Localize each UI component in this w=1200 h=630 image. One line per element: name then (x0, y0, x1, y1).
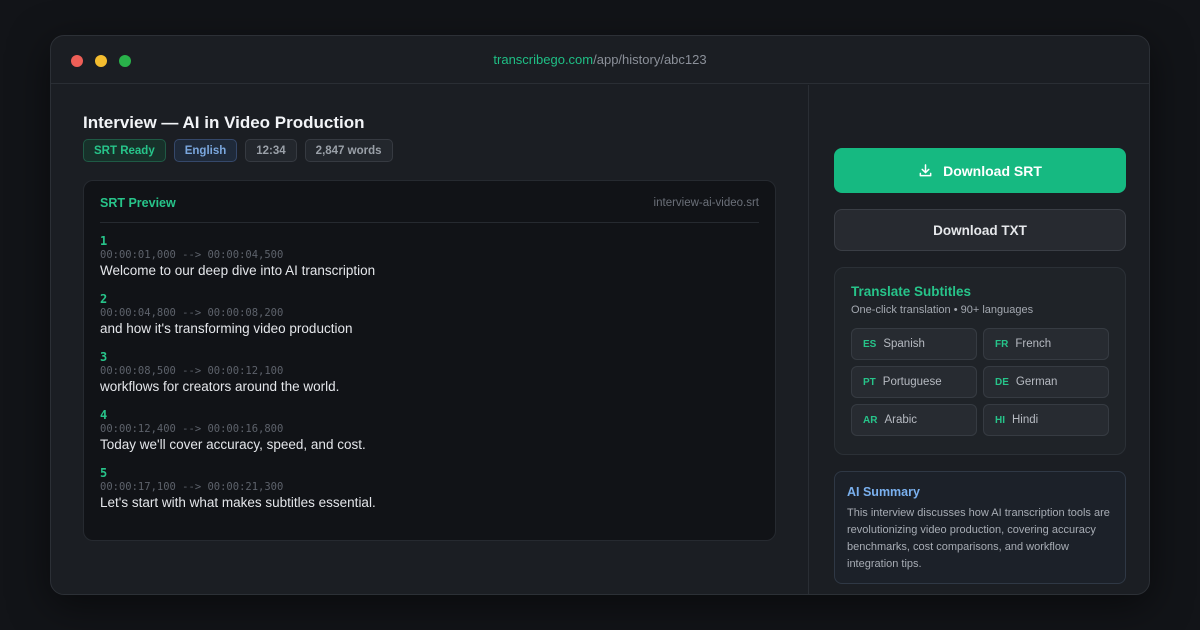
language-name: German (1015, 376, 1058, 388)
cue-text: Today we'll cover accuracy, speed, and c… (100, 437, 366, 452)
translate-german-button[interactable]: DE German (983, 366, 1109, 398)
cue-text: and how it's transforming video producti… (100, 321, 353, 336)
srt-preview-panel[interactable]: SRT Preview interview-ai-video.srt 1 00:0… (83, 180, 776, 541)
language-code: FR (995, 338, 1009, 350)
page-title: Interview — AI in Video Production (83, 113, 365, 132)
main-panel: Interview — AI in Video Production SRT R… (51, 85, 809, 594)
language-name: Portuguese (882, 376, 942, 388)
download-srt-button[interactable]: Download SRT (834, 148, 1126, 193)
cue-text: Let's start with what makes subtitles es… (100, 495, 376, 510)
duration-badge: 12:34 (245, 139, 297, 162)
srt-preview-header: SRT Preview interview-ai-video.srt (100, 181, 759, 223)
srt-preview-title: SRT Preview (100, 196, 176, 210)
ai-summary-text: This interview discusses how AI transcri… (847, 507, 1110, 570)
cue-timestamp: 00:00:01,000 --> 00:00:04,500 (100, 249, 284, 261)
sidebar: Download SRT Download TXT Translate Subt… (810, 85, 1149, 594)
title-bar: transcribego.com/app/history/abc123 (51, 36, 1149, 84)
subtitle-cue: 1 00:00:01,000 --> 00:00:04,500 Welcome to… (100, 234, 759, 292)
language-grid: ES Spanish FR French PT Portuguese DE German AR A… (851, 328, 1109, 436)
word-count-badge: 2,847 words (304, 139, 393, 162)
url-domain: transcribego.com (493, 52, 594, 67)
cue-number: 2 (100, 292, 108, 306)
cue-number: 3 (100, 350, 108, 364)
download-txt-label: Download TXT (933, 222, 1027, 238)
cue-timestamp: 00:00:17,100 --> 00:00:21,300 (100, 481, 284, 493)
ai-summary-title: AI Summary (847, 485, 920, 499)
url-path: /app/history/abc123 (593, 52, 707, 67)
language-name: French (1015, 338, 1052, 350)
translate-hindi-button[interactable]: HI Hindi (983, 404, 1109, 436)
language-code: PT (863, 376, 876, 388)
subtitle-cue: 4 00:00:12,400 --> 00:00:16,800 Today we'l… (100, 408, 759, 466)
translate-subtitles-card: Translate Subtitles One-click translatio… (834, 267, 1126, 455)
language-code: DE (995, 376, 1009, 388)
language-code: HI (995, 414, 1005, 426)
cue-number: 5 (100, 466, 108, 480)
language-badge: English (173, 139, 238, 162)
language-name: Arabic (884, 414, 918, 426)
status-badge: SRT Ready (83, 139, 166, 162)
download-srt-label: Download SRT (943, 162, 1042, 179)
translate-subtitle: One-click translation • 90+ languages (851, 304, 1034, 316)
cue-timestamp: 00:00:12,400 --> 00:00:16,800 (100, 423, 284, 435)
language-code: ES (863, 338, 877, 350)
app-window: transcribego.com/app/history/abc123 Inte… (50, 35, 1150, 595)
language-code: AR (863, 414, 878, 426)
translate-portuguese-button[interactable]: PT Portuguese (851, 366, 977, 398)
cue-text: Welcome to our deep dive into AI transcr… (100, 263, 376, 278)
subtitle-cue: 2 00:00:04,800 --> 00:00:08,200 and how it… (100, 292, 759, 350)
subtitle-cue: 5 00:00:17,100 --> 00:00:21,300 Let's star… (100, 466, 759, 524)
translate-arabic-button[interactable]: AR Arabic (851, 404, 977, 436)
download-icon (919, 164, 932, 177)
srt-filename: interview-ai-video.srt (653, 197, 759, 209)
download-txt-button[interactable]: Download TXT (834, 209, 1126, 251)
language-name: Hindi (1012, 414, 1039, 426)
cue-text: workflows for creators around the world. (100, 379, 340, 394)
address-bar[interactable]: transcribego.com/app/history/abc123 (51, 52, 1149, 67)
language-name: Spanish (883, 338, 925, 350)
translate-spanish-button[interactable]: ES Spanish (851, 328, 977, 360)
subtitle-cue: 3 00:00:08,500 --> 00:00:12,100 workflows … (100, 350, 759, 408)
cue-timestamp: 00:00:04,800 --> 00:00:08,200 (100, 307, 284, 319)
cue-number: 1 (100, 234, 108, 248)
subtitle-cue-list: 1 00:00:01,000 --> 00:00:04,500 Welcome to… (100, 223, 759, 524)
ai-summary-card: AI Summary This interview discusses how … (834, 471, 1126, 584)
cue-number: 4 (100, 408, 108, 422)
badge-row: SRT Ready English 12:34 2,847 words (83, 139, 393, 162)
cue-timestamp: 00:00:08,500 --> 00:00:12,100 (100, 365, 284, 377)
translate-title: Translate Subtitles (851, 284, 972, 299)
translate-french-button[interactable]: FR French (983, 328, 1109, 360)
